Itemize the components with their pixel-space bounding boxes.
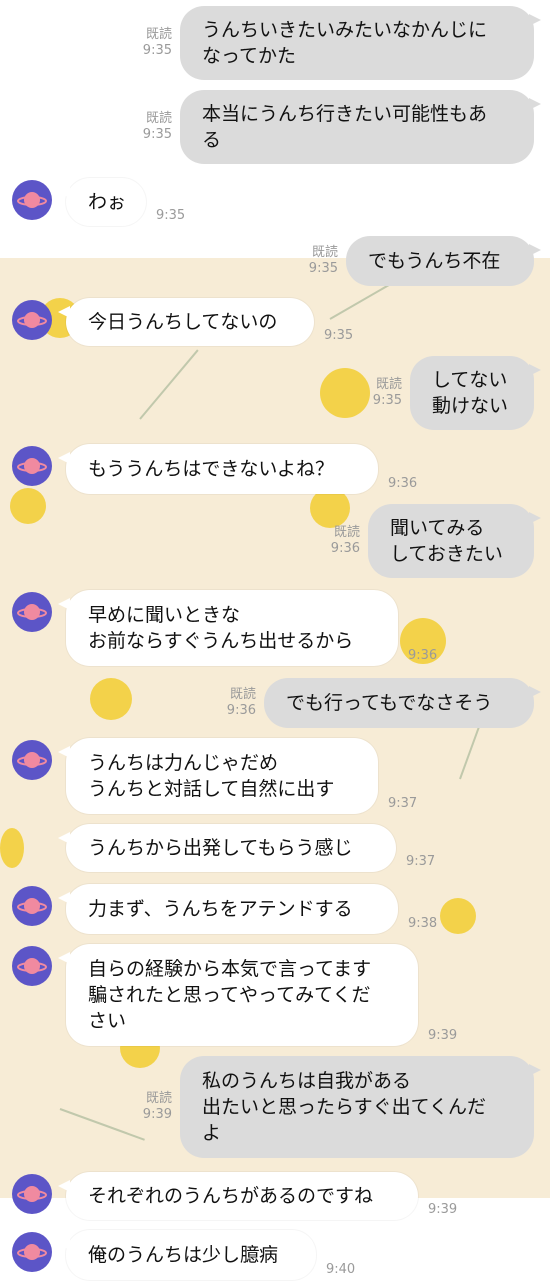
message-time: 9:35 bbox=[156, 208, 186, 223]
message-time: 9:36 bbox=[330, 541, 360, 556]
message-text-line: よ bbox=[202, 1122, 222, 1144]
read-receipt: 既読 9:36 bbox=[216, 687, 256, 719]
message-text-line: 動けない bbox=[432, 395, 509, 417]
avatar[interactable] bbox=[12, 592, 52, 632]
planet-icon bbox=[17, 752, 47, 768]
message-text-line: してない bbox=[432, 369, 508, 391]
message-text-line: でもうんち不在 bbox=[368, 250, 501, 272]
message-text-line: る bbox=[202, 129, 222, 151]
message-text-line: さい bbox=[88, 1010, 127, 1032]
message-time: 9:36 bbox=[226, 703, 256, 718]
planet-icon bbox=[17, 192, 47, 208]
message-bubble[interactable]: それぞれのうんちがあるのですね bbox=[58, 1172, 418, 1220]
message-text-line: 早めに聞いときな bbox=[88, 604, 241, 626]
message-text-line: 騙されたと思ってやってみてくだ bbox=[88, 984, 371, 1006]
message-text-line: 自らの経験から本気で言ってます bbox=[88, 958, 372, 980]
read-receipt: 既読 9:39 bbox=[132, 1091, 172, 1123]
read-receipt: 既読 9:35 bbox=[132, 111, 172, 143]
read-receipt: 既読 9:35 bbox=[298, 245, 338, 277]
avatar[interactable] bbox=[12, 886, 52, 926]
planet-icon bbox=[17, 604, 47, 620]
avatar[interactable] bbox=[12, 946, 52, 986]
message-bubble[interactable]: 力まず、うんちをアテンドする bbox=[58, 884, 398, 934]
message-bubble[interactable]: でもうんち不在 bbox=[346, 236, 541, 286]
message-text-line: でも行ってもでなさそう bbox=[286, 692, 493, 714]
message-time: 9:37 bbox=[388, 796, 418, 811]
message-time: 9:36 bbox=[408, 648, 438, 663]
message-bubble[interactable]: うんちいきたいみたいなかんじに なってかた bbox=[180, 6, 541, 80]
read-receipt: 既読 9:35 bbox=[362, 377, 402, 409]
read-label: 既読 bbox=[333, 525, 360, 540]
planet-icon bbox=[17, 1186, 47, 1202]
message-bubble[interactable]: 俺のうんちは少し臆病 bbox=[58, 1230, 316, 1280]
message-text-line: うんちと対話して自然に出す bbox=[88, 778, 335, 800]
message-text-line: 俺のうんちは少し臆病 bbox=[88, 1244, 279, 1266]
message-bubble[interactable]: してない 動けない bbox=[410, 356, 541, 430]
message-text-line: わぉ bbox=[88, 191, 127, 213]
avatar[interactable] bbox=[12, 1174, 52, 1214]
avatar[interactable] bbox=[12, 446, 52, 486]
message-text-line: 聞いてみる bbox=[390, 517, 485, 539]
read-receipt: 既読 9:35 bbox=[132, 27, 172, 59]
message-bubble[interactable]: 聞いてみるしておきたい bbox=[368, 504, 541, 578]
message-bubble[interactable]: 本当にうんち行きたい可能性もある bbox=[180, 90, 541, 164]
message-text-line: 出たいと思ったらすぐ出てくんだ bbox=[202, 1096, 487, 1118]
planet-icon bbox=[17, 312, 47, 328]
message-text-line: お前ならすぐうんち出せるから bbox=[88, 630, 354, 652]
planet-icon bbox=[17, 458, 47, 474]
message-text-line: 私のうんちは自我がある bbox=[202, 1070, 412, 1092]
avatar[interactable] bbox=[12, 180, 52, 220]
message-bubble[interactable]: 私のうんちは自我がある出たいと思ったらすぐ出てくんだよ bbox=[180, 1056, 541, 1158]
message-time: 9:35 bbox=[324, 328, 354, 343]
message-time: 9:37 bbox=[406, 854, 436, 869]
message-time: 9:35 bbox=[308, 261, 338, 276]
message-bubble[interactable]: でも行ってもでなさそう bbox=[264, 678, 541, 728]
message-time: 9:36 bbox=[388, 476, 418, 491]
message-text-line: なってかた bbox=[202, 45, 297, 67]
avatar[interactable] bbox=[12, 740, 52, 780]
read-label: 既読 bbox=[229, 687, 256, 702]
planet-icon bbox=[17, 898, 47, 914]
message-bubble[interactable]: 自らの経験から本気で言ってます 騙されたと思ってやってみてくだ さい bbox=[58, 944, 418, 1046]
message-bubble[interactable]: 早めに聞いときなお前ならすぐうんち出せるから bbox=[58, 590, 398, 666]
message-text-line: もううんちはできないよね？ bbox=[88, 458, 335, 480]
message-bubble[interactable]: わぉ bbox=[58, 178, 146, 226]
read-label: 既読 bbox=[145, 27, 172, 42]
message-text-line: それぞれのうんちがあるのですね bbox=[88, 1185, 374, 1207]
message-time: 9:39 bbox=[142, 1107, 172, 1122]
message-text-line: 力まず、うんちをアテンドする bbox=[88, 898, 353, 920]
read-label: 既読 bbox=[375, 377, 402, 392]
message-text-line: 本当にうんち行きたい可能性もあ bbox=[202, 103, 488, 125]
avatar[interactable] bbox=[12, 300, 52, 340]
message-bubble[interactable]: うんちは力んじゃだめうんちと対話して自然に出す bbox=[58, 738, 378, 814]
message-text-line: うんちから出発してもらう感じ bbox=[88, 837, 353, 859]
read-receipt: 既読 9:36 bbox=[320, 525, 360, 557]
message-text-line: 今日うんちしてないの bbox=[88, 311, 278, 333]
message-bubble[interactable]: うんちから出発してもらう感じ bbox=[58, 824, 396, 872]
planet-icon bbox=[17, 958, 47, 974]
message-text-line: しておきたい bbox=[390, 543, 503, 565]
message-time: 9:35 bbox=[372, 393, 402, 408]
message-text-line: うんちは力んじゃだめ bbox=[88, 752, 279, 774]
read-label: 既読 bbox=[311, 245, 338, 260]
message-bubble[interactable]: もううんちはできないよね？ bbox=[58, 444, 378, 494]
read-label: 既読 bbox=[145, 1091, 172, 1106]
message-time: 9:38 bbox=[408, 916, 438, 931]
message-time: 9:35 bbox=[142, 127, 172, 142]
avatar[interactable] bbox=[12, 1232, 52, 1272]
message-time: 9:39 bbox=[428, 1028, 458, 1043]
read-label: 既読 bbox=[145, 111, 172, 126]
message-time: 9:40 bbox=[326, 1262, 356, 1277]
message-bubble[interactable]: 今日うんちしてないの bbox=[58, 298, 314, 346]
message-text-line: うんちいきたいみたいなかんじに bbox=[202, 19, 488, 41]
message-time: 9:35 bbox=[142, 43, 172, 58]
planet-icon bbox=[17, 1244, 47, 1260]
message-time: 9:39 bbox=[428, 1202, 458, 1217]
